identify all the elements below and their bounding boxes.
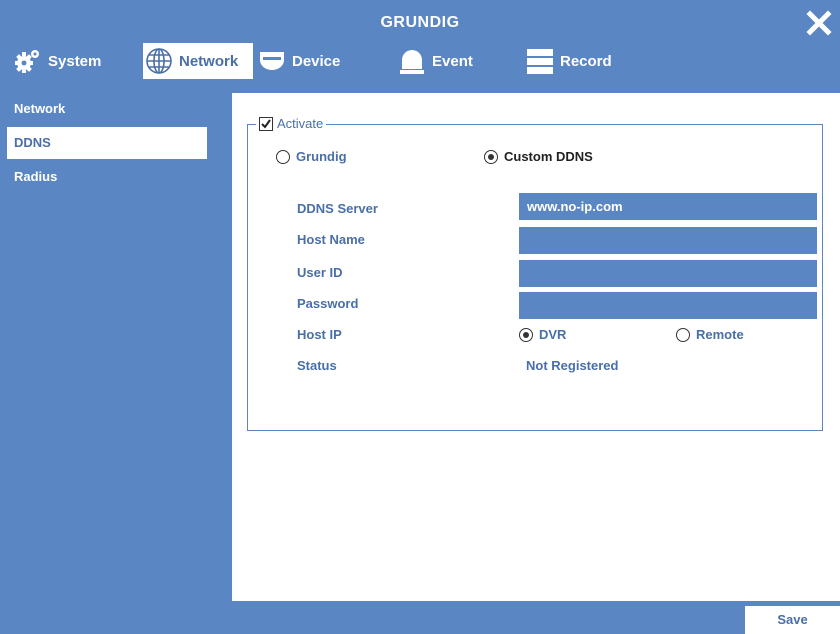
radio-unchecked-icon bbox=[676, 327, 690, 342]
provider-grundig-label: Grundig bbox=[296, 149, 347, 164]
radio-checked-icon bbox=[484, 149, 498, 164]
tab-network[interactable]: Network bbox=[143, 43, 253, 79]
user-id-label: User ID bbox=[297, 265, 343, 280]
sidebar-item-ddns[interactable]: DDNS bbox=[7, 127, 207, 159]
activate-legend: Activate bbox=[256, 116, 327, 131]
ddns-settings-window: GRUNDIG System Network Device Event Reco… bbox=[0, 0, 840, 634]
window-title: GRUNDIG bbox=[380, 14, 460, 31]
radio-checked-icon bbox=[519, 327, 533, 342]
ddns-fieldset: Activate Grundig Custom DDNS DDNS Server… bbox=[247, 116, 823, 431]
host-name-label: Host Name bbox=[297, 232, 365, 247]
tab-system[interactable]: System bbox=[14, 43, 134, 79]
close-button[interactable] bbox=[806, 8, 832, 38]
provider-custom-radio[interactable]: Custom DDNS bbox=[484, 149, 593, 164]
radio-unchecked-icon bbox=[276, 149, 290, 164]
tab-device-label: Device bbox=[292, 52, 341, 70]
user-id-input[interactable] bbox=[519, 260, 817, 287]
tab-network-label: Network bbox=[179, 52, 239, 70]
ddns-server-label: DDNS Server bbox=[297, 201, 378, 216]
provider-grundig-radio[interactable]: Grundig bbox=[276, 149, 347, 164]
camera-icon bbox=[258, 47, 286, 75]
tab-record-label: Record bbox=[560, 52, 612, 70]
host-name-input[interactable] bbox=[519, 227, 817, 254]
gear-icon bbox=[14, 47, 42, 75]
tab-device[interactable]: Device bbox=[258, 43, 368, 79]
tab-system-label: System bbox=[48, 52, 102, 70]
host-ip-remote-label: Remote bbox=[696, 327, 744, 342]
tab-event-label: Event bbox=[432, 52, 473, 70]
tab-event[interactable]: Event bbox=[398, 43, 493, 79]
host-ip-remote-radio[interactable]: Remote bbox=[676, 327, 744, 342]
close-icon bbox=[806, 10, 832, 36]
host-ip-dvr-radio[interactable]: DVR bbox=[519, 327, 566, 342]
sidebar-item-network[interactable]: Network bbox=[7, 93, 207, 125]
status-value: Not Registered bbox=[526, 358, 619, 373]
activate-checkbox[interactable] bbox=[259, 116, 273, 131]
ddns-server-input[interactable]: www.no-ip.com bbox=[519, 193, 817, 220]
storage-icon bbox=[526, 47, 554, 75]
save-button[interactable]: Save bbox=[745, 606, 840, 634]
provider-custom-label: Custom DDNS bbox=[504, 149, 593, 164]
password-label: Password bbox=[297, 296, 359, 311]
host-ip-dvr-label: DVR bbox=[539, 327, 567, 342]
tab-record[interactable]: Record bbox=[526, 43, 636, 79]
password-input[interactable] bbox=[519, 292, 817, 319]
status-label: Status bbox=[297, 358, 337, 373]
content-panel: Activate Grundig Custom DDNS DDNS Server… bbox=[232, 93, 840, 601]
host-ip-label: Host IP bbox=[297, 327, 342, 342]
sidebar-item-radius[interactable]: Radius bbox=[7, 161, 207, 193]
alarm-icon bbox=[398, 47, 426, 75]
globe-icon bbox=[145, 47, 173, 75]
activate-label: Activate bbox=[277, 116, 324, 131]
checkmark-icon bbox=[261, 118, 271, 129]
